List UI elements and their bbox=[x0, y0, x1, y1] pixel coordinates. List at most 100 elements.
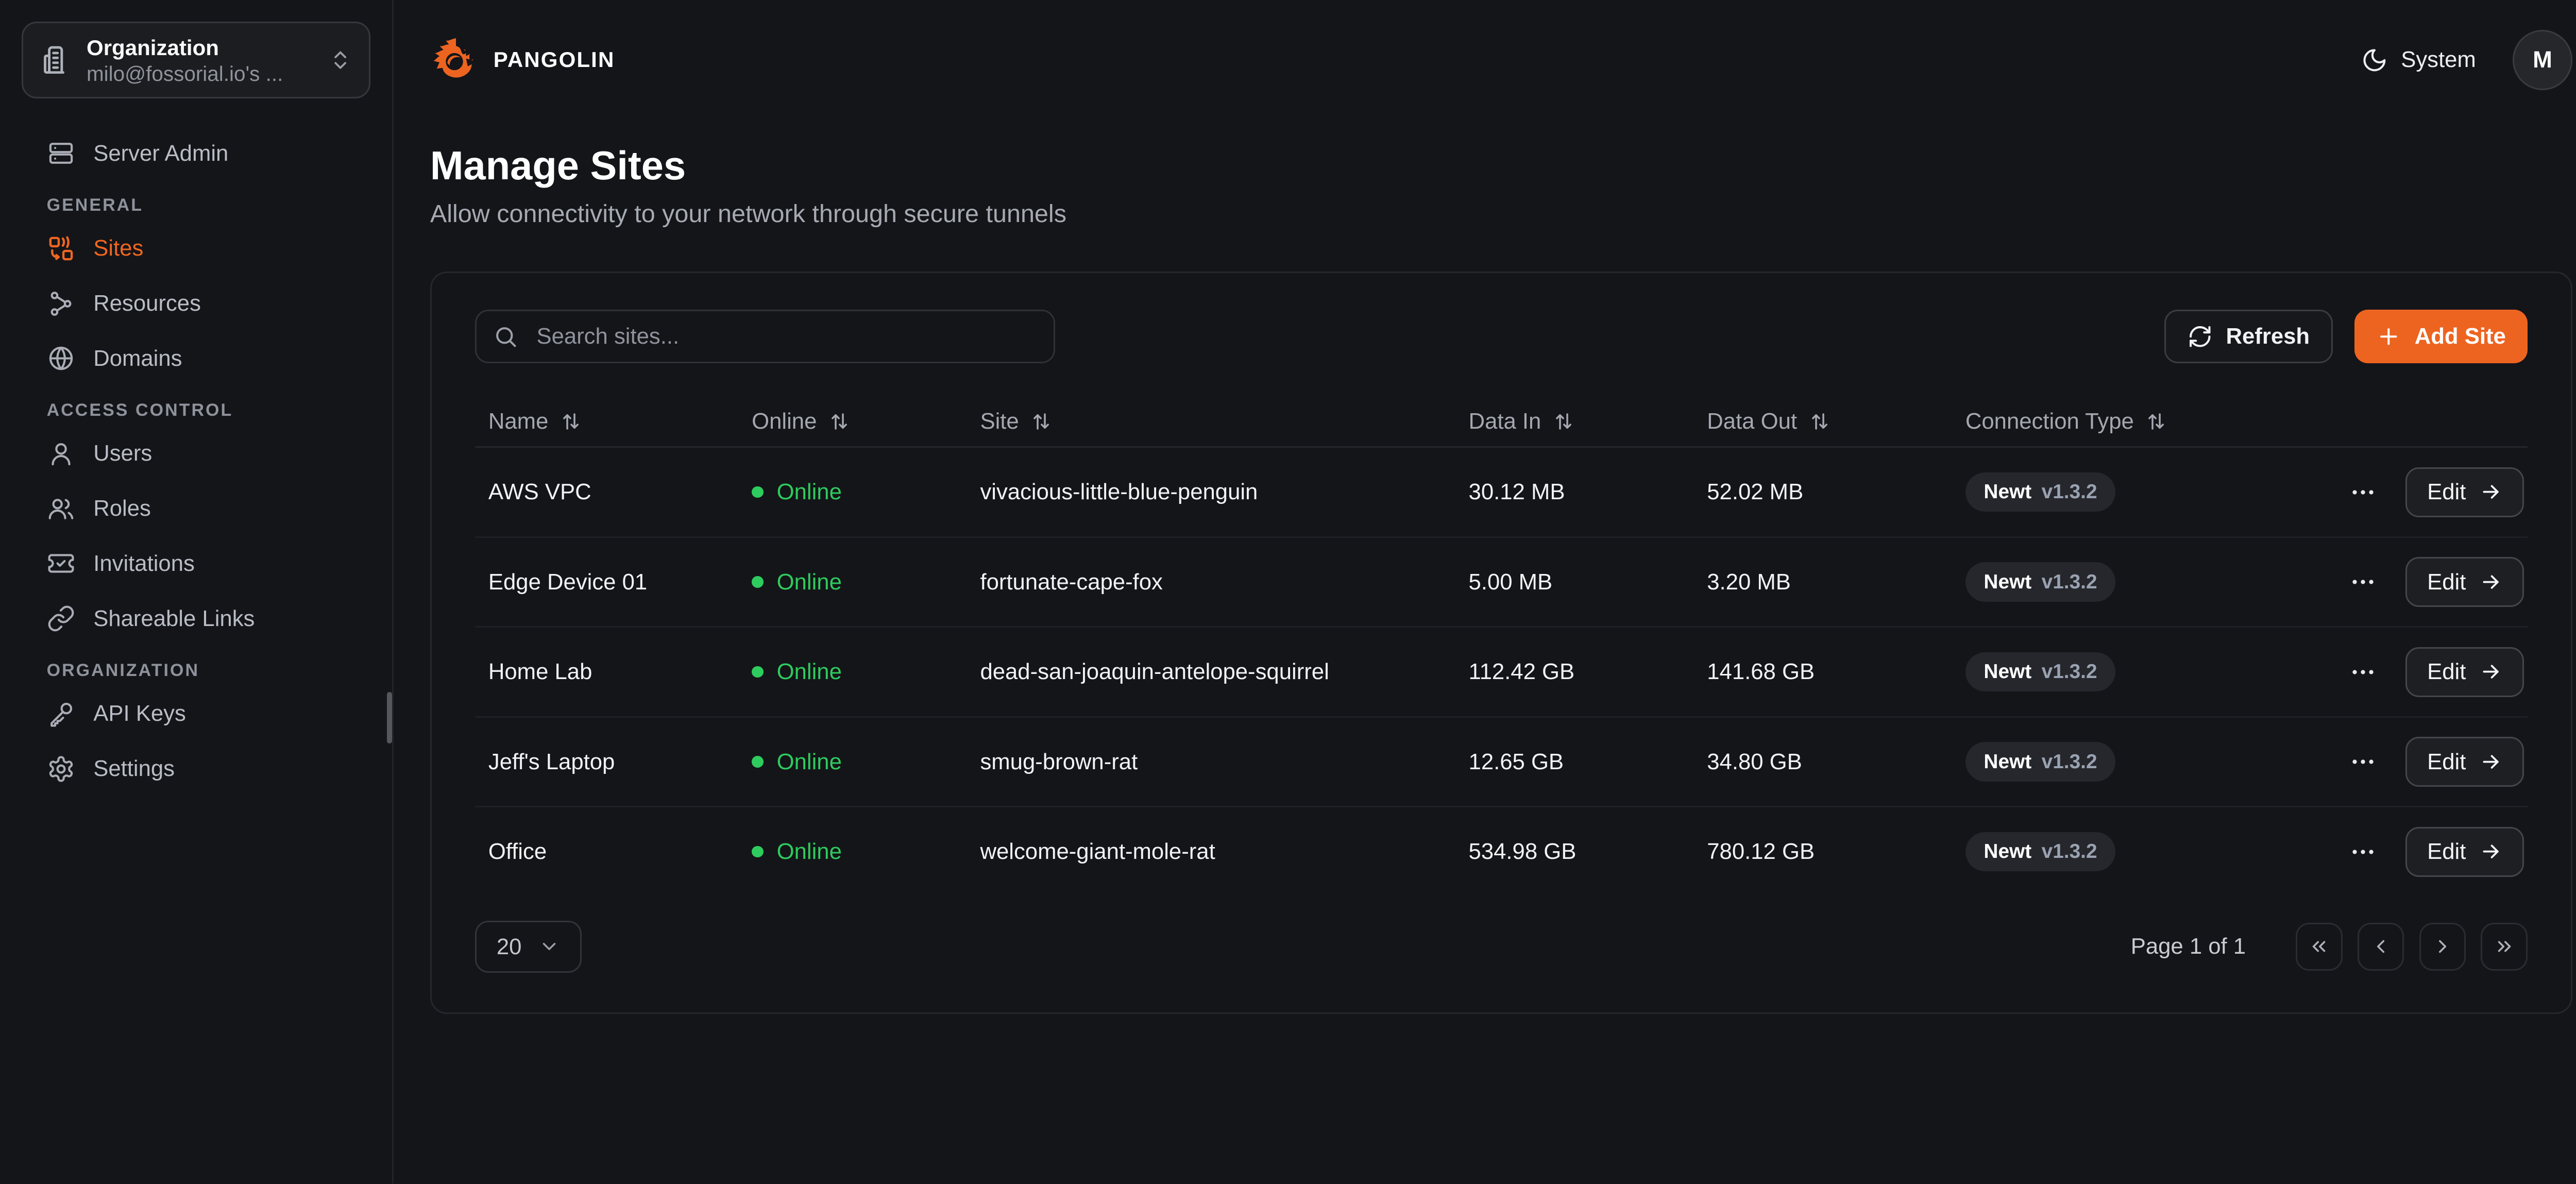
sort-icon bbox=[828, 411, 850, 432]
sidebar-item-label: Domains bbox=[93, 346, 182, 371]
add-site-button[interactable]: Add Site bbox=[2354, 310, 2528, 363]
page-info: Page 1 of 1 bbox=[2131, 934, 2246, 959]
app-window: Organization milo@fossorial.io's ... Ser… bbox=[0, 0, 2576, 1183]
column-header-data-out[interactable]: Data Out bbox=[1693, 409, 1952, 434]
row-menu-ellipsis-icon[interactable] bbox=[2349, 838, 2377, 866]
column-header-name[interactable]: Name bbox=[475, 409, 738, 434]
agent-label: Newt bbox=[1984, 661, 2031, 683]
sidebar-item-label: Server Admin bbox=[93, 141, 228, 166]
sidebar-item-resources[interactable]: Resources bbox=[22, 283, 370, 324]
edit-button[interactable]: Edit bbox=[2405, 737, 2524, 787]
edit-button[interactable]: Edit bbox=[2405, 557, 2524, 607]
sites-card: Refresh Add Site Name bbox=[430, 272, 2572, 1014]
last-page-button[interactable] bbox=[2481, 923, 2528, 971]
sort-icon bbox=[1030, 411, 1052, 432]
table-row: Edge Device 01 Online fortunate-cape-fox… bbox=[475, 538, 2528, 628]
row-menu-ellipsis-icon[interactable] bbox=[2349, 478, 2377, 506]
sidebar: Organization milo@fossorial.io's ... Ser… bbox=[0, 0, 394, 1183]
cell-name: Jeff's Laptop bbox=[475, 749, 738, 775]
edit-button[interactable]: Edit bbox=[2405, 827, 2524, 877]
cell-data-out: 34.80 GB bbox=[1693, 749, 1952, 775]
sort-icon bbox=[1809, 411, 1831, 432]
arrow-right-icon bbox=[2479, 750, 2502, 773]
next-page-button[interactable] bbox=[2419, 923, 2466, 971]
cell-actions: Edit bbox=[2347, 737, 2528, 787]
cell-name: Office bbox=[475, 839, 738, 865]
first-page-button[interactable] bbox=[2296, 923, 2343, 971]
row-menu-ellipsis-icon[interactable] bbox=[2349, 658, 2377, 686]
refresh-button[interactable]: Refresh bbox=[2164, 310, 2333, 363]
org-selector[interactable]: Organization milo@fossorial.io's ... bbox=[22, 22, 370, 98]
online-dot-icon bbox=[752, 846, 764, 858]
page-title: Manage Sites bbox=[430, 143, 2572, 189]
sort-icon bbox=[560, 411, 582, 432]
roles-icon bbox=[47, 495, 75, 523]
sidebar-item-shareable-links[interactable]: Shareable Links bbox=[22, 599, 370, 639]
theme-toggle[interactable]: System bbox=[2361, 47, 2476, 74]
version-label: v1.3.2 bbox=[2042, 751, 2097, 773]
cell-data-in: 112.42 GB bbox=[1455, 659, 1694, 685]
pager-buttons bbox=[2296, 923, 2528, 971]
edit-button[interactable]: Edit bbox=[2405, 467, 2524, 517]
org-title: Organization bbox=[87, 34, 314, 62]
cell-actions: Edit bbox=[2347, 647, 2528, 697]
chevron-down-icon bbox=[538, 936, 560, 957]
sidebar-item-server-admin[interactable]: Server Admin bbox=[22, 133, 370, 174]
online-dot-icon bbox=[752, 666, 764, 678]
brand-logo[interactable]: PANGOLIN bbox=[430, 35, 615, 85]
refresh-label: Refresh bbox=[2226, 324, 2310, 349]
version-label: v1.3.2 bbox=[2042, 481, 2097, 503]
sidebar-scrollbar[interactable] bbox=[387, 692, 392, 743]
column-header-connection-type[interactable]: Connection Type bbox=[1952, 409, 2347, 434]
section-label-organization: ORGANIZATION bbox=[22, 661, 370, 681]
sidebar-item-sites[interactable]: Sites bbox=[22, 228, 370, 268]
cell-data-out: 52.02 MB bbox=[1693, 479, 1952, 505]
cell-site: dead-san-joaquin-antelope-squirrel bbox=[967, 659, 1455, 685]
online-dot-icon bbox=[752, 486, 764, 498]
cell-data-out: 780.12 GB bbox=[1693, 839, 1952, 865]
moon-icon bbox=[2361, 47, 2388, 74]
cell-connection-type: Newtv1.3.2 bbox=[1952, 562, 2347, 601]
version-label: v1.3.2 bbox=[2042, 571, 2097, 594]
row-menu-ellipsis-icon[interactable] bbox=[2349, 568, 2377, 596]
version-label: v1.3.2 bbox=[2042, 661, 2097, 683]
prev-page-button[interactable] bbox=[2358, 923, 2404, 971]
key-icon bbox=[47, 700, 75, 728]
page-size-select[interactable]: 20 bbox=[475, 921, 582, 972]
sidebar-item-invitations[interactable]: Invitations bbox=[22, 544, 370, 584]
edit-button[interactable]: Edit bbox=[2405, 647, 2524, 697]
sidebar-item-api-keys[interactable]: API Keys bbox=[22, 694, 370, 734]
resources-icon bbox=[47, 290, 75, 318]
sidebar-item-label: Resources bbox=[93, 291, 201, 316]
cell-actions: Edit bbox=[2347, 467, 2528, 517]
sidebar-item-users[interactable]: Users bbox=[22, 434, 370, 474]
connection-badge: Newt v1.3.2 bbox=[1965, 652, 2115, 691]
sidebar-item-settings[interactable]: Settings bbox=[22, 749, 370, 789]
arrow-right-icon bbox=[2479, 480, 2502, 503]
column-header-data-in[interactable]: Data In bbox=[1455, 409, 1694, 434]
cell-actions: Edit bbox=[2347, 557, 2528, 607]
link-icon bbox=[47, 604, 75, 633]
chevron-left-icon bbox=[2370, 936, 2392, 957]
avatar[interactable]: M bbox=[2513, 30, 2572, 90]
pager: Page 1 of 1 bbox=[2131, 923, 2528, 971]
column-header-online[interactable]: Online bbox=[738, 409, 967, 434]
connection-badge: Newtv1.3.2 bbox=[1965, 562, 2115, 601]
cell-site: welcome-giant-mole-rat bbox=[967, 839, 1455, 865]
status-label: Online bbox=[777, 839, 842, 865]
main-content: PANGOLIN System M Manage Sites Allow bbox=[394, 0, 2576, 1183]
pangolin-logo-icon bbox=[430, 35, 480, 85]
search-input[interactable] bbox=[533, 322, 1037, 351]
cell-name: Edge Device 01 bbox=[475, 569, 738, 595]
cell-connection-type: Newtv1.3.2 bbox=[1952, 472, 2347, 512]
topbar: PANGOLIN System M bbox=[430, 0, 2572, 120]
column-header-site[interactable]: Site bbox=[967, 409, 1455, 434]
sidebar-item-roles[interactable]: Roles bbox=[22, 488, 370, 529]
table-row: Office Online welcome-giant-mole-rat 534… bbox=[475, 807, 2528, 896]
arrow-right-icon bbox=[2479, 660, 2502, 683]
cell-online: Online bbox=[738, 839, 967, 865]
status-label: Online bbox=[777, 479, 842, 505]
online-dot-icon bbox=[752, 756, 764, 768]
row-menu-ellipsis-icon[interactable] bbox=[2349, 748, 2377, 776]
sidebar-item-domains[interactable]: Domains bbox=[22, 339, 370, 379]
